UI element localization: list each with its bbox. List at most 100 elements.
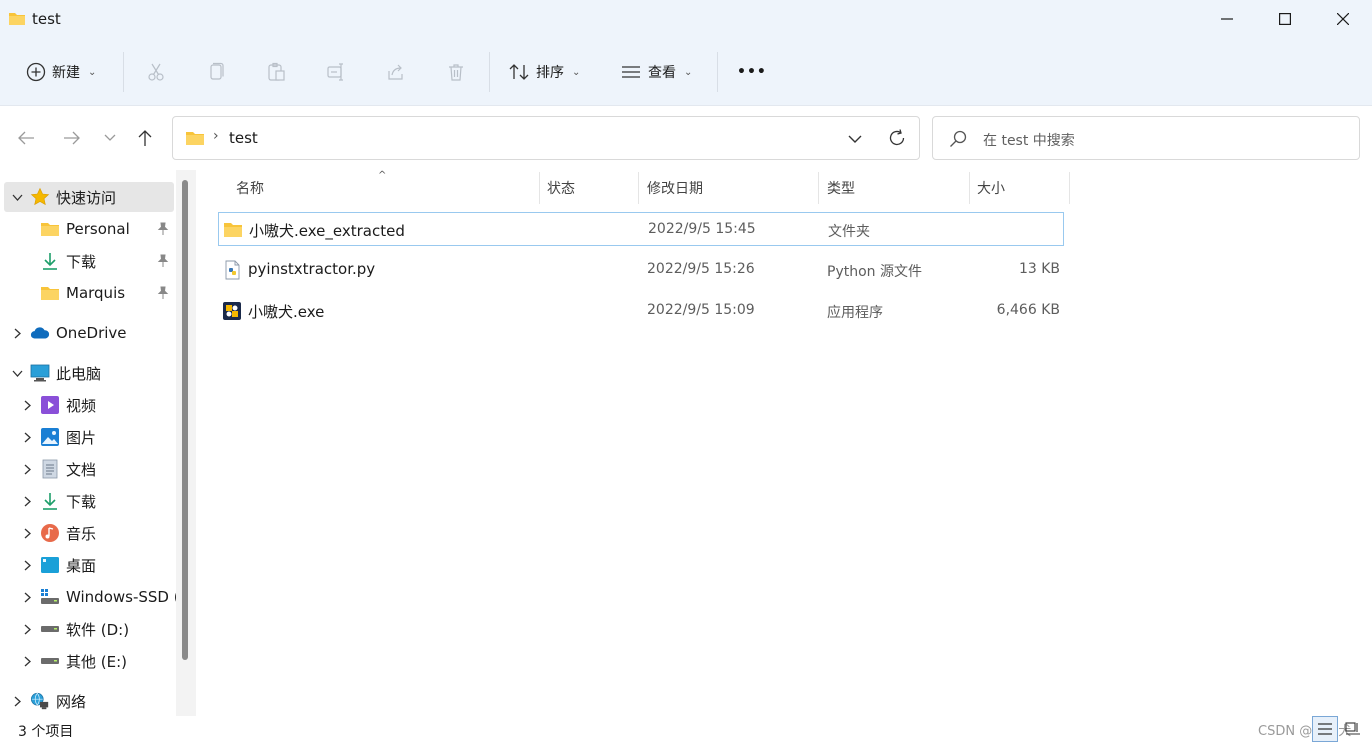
- refresh-icon: [889, 129, 905, 146]
- column-header-modified[interactable]: 修改日期: [647, 170, 703, 206]
- column-divider[interactable]: [1069, 172, 1070, 204]
- separator: [489, 52, 490, 92]
- sort-button[interactable]: 排序 ⌄: [508, 46, 580, 98]
- column-name-label: 名称: [236, 181, 264, 197]
- sidebar-item-drive-d[interactable]: 软件 (D:): [4, 614, 174, 644]
- sidebar-item-label: 快速访问: [56, 188, 117, 207]
- pin-icon[interactable]: [156, 254, 170, 268]
- pin-icon[interactable]: [156, 222, 170, 236]
- cloud-icon: [30, 323, 50, 343]
- file-name: 小嗷犬.exe_extracted: [249, 222, 405, 240]
- chevron-right-icon: [10, 694, 24, 708]
- sidebar-item-documents[interactable]: 文档: [4, 454, 174, 484]
- sidebar-item-pictures[interactable]: 图片: [4, 422, 174, 452]
- status-bar: 3 个项目 CSDN @小嗷犬: [0, 716, 1372, 744]
- cut-button[interactable]: [143, 59, 169, 85]
- sidebar-item-label: 下载: [66, 492, 97, 511]
- address-bar[interactable]: › test: [172, 116, 920, 160]
- column-divider[interactable]: [969, 172, 970, 204]
- view-lines-icon: [622, 66, 640, 78]
- paste-button[interactable]: [263, 59, 289, 85]
- sidebar-item-network[interactable]: 网络: [4, 686, 174, 716]
- view-button[interactable]: 查看 ⌄: [620, 46, 692, 98]
- document-icon: [40, 459, 60, 479]
- sidebar-item-downloads[interactable]: 下载: [4, 486, 174, 516]
- file-type: 文件夹: [828, 224, 870, 240]
- window-title: test: [32, 10, 61, 28]
- sidebar-item-drive-e[interactable]: 其他 (E:): [4, 646, 174, 676]
- sidebar-item-desktop[interactable]: 桌面: [4, 550, 174, 580]
- title-bar[interactable]: test: [0, 0, 1372, 38]
- sidebar-item-windows-ssd[interactable]: Windows-SSD (: [4, 582, 180, 612]
- sidebar-item-label: Personal: [66, 220, 130, 238]
- recent-locations-button[interactable]: [96, 124, 124, 152]
- file-name: 小嗷犬.exe: [248, 303, 325, 321]
- search-input[interactable]: 在 test 中搜索: [983, 130, 1075, 150]
- folder-icon: [40, 219, 60, 239]
- arrow-right-icon: [64, 131, 80, 145]
- network-icon: [30, 691, 50, 711]
- chevron-right-icon: [10, 326, 24, 340]
- rename-button[interactable]: [323, 59, 349, 85]
- details-view-button[interactable]: [1312, 716, 1338, 742]
- sidebar-item-label: 视频: [66, 396, 97, 415]
- sort-label: 排序: [536, 65, 564, 81]
- copy-button[interactable]: [203, 59, 229, 85]
- sidebar-item-music[interactable]: 音乐: [4, 518, 174, 548]
- copy-icon: [210, 62, 224, 80]
- column-divider[interactable]: [539, 172, 540, 204]
- column-divider[interactable]: [638, 172, 639, 204]
- sidebar-item-downloads-quick[interactable]: 下载: [4, 246, 174, 276]
- more-icon: •••: [737, 64, 767, 80]
- navigation-row: › test 在 test 中搜索: [0, 106, 1372, 170]
- share-button[interactable]: [383, 59, 409, 85]
- details-view-icon: [1318, 723, 1332, 735]
- delete-button[interactable]: [443, 59, 469, 85]
- close-button[interactable]: [1314, 0, 1372, 38]
- forward-button[interactable]: [58, 124, 86, 152]
- table-row[interactable]: pyinstxtractor.py 2022/9/5 15:26 Python …: [218, 253, 1064, 287]
- sidebar-item-quick-access[interactable]: 快速访问: [4, 182, 174, 212]
- file-type: Python 源文件: [827, 264, 922, 280]
- chevron-right-icon: [20, 494, 34, 508]
- new-button[interactable]: 新建 ⌄: [26, 46, 96, 98]
- chevron-down-icon: ⌄: [572, 66, 581, 78]
- column-header-name[interactable]: 名称: [236, 170, 264, 206]
- up-button[interactable]: [131, 124, 159, 152]
- tiles-view-button[interactable]: [1340, 716, 1366, 742]
- folder-icon: [40, 283, 60, 303]
- maximize-button[interactable]: [1256, 0, 1314, 38]
- column-divider[interactable]: [818, 172, 819, 204]
- more-options-button[interactable]: •••: [737, 46, 767, 98]
- sidebar-item-marquis[interactable]: Marquis: [4, 278, 174, 308]
- sidebar-item-personal[interactable]: Personal: [4, 214, 174, 244]
- column-header-type[interactable]: 类型: [827, 170, 855, 206]
- sidebar-item-videos[interactable]: 视频: [4, 390, 174, 420]
- column-header-status[interactable]: 状态: [547, 170, 575, 206]
- file-modified: 2022/9/5 15:45: [648, 221, 756, 237]
- separator: [717, 52, 718, 92]
- exe-icon: [223, 302, 241, 320]
- file-type: 应用程序: [827, 305, 883, 321]
- download-icon: [40, 251, 60, 271]
- column-type-label: 类型: [827, 181, 855, 197]
- chevron-right-icon: [20, 558, 34, 572]
- maximize-icon: [1279, 13, 1291, 25]
- chevron-down-icon: [10, 366, 24, 380]
- sidebar-item-this-pc[interactable]: 此电脑: [4, 358, 174, 388]
- sidebar-item-onedrive[interactable]: OneDrive: [4, 318, 174, 348]
- tiles-view-icon: [1345, 722, 1360, 735]
- chevron-right-icon: [20, 398, 34, 412]
- table-row[interactable]: 小嗷犬.exe 2022/9/5 15:09 应用程序 6,466 KB: [218, 294, 1064, 328]
- pin-icon[interactable]: [156, 286, 170, 300]
- refresh-button[interactable]: [887, 128, 909, 150]
- column-header-size[interactable]: 大小: [977, 170, 1005, 206]
- minimize-button[interactable]: [1198, 0, 1256, 38]
- address-path[interactable]: test: [229, 129, 258, 147]
- search-box[interactable]: 在 test 中搜索: [932, 116, 1360, 160]
- back-button[interactable]: [12, 124, 40, 152]
- table-row[interactable]: 小嗷犬.exe_extracted 2022/9/5 15:45 文件夹: [218, 212, 1064, 246]
- address-dropdown-button[interactable]: [845, 129, 865, 149]
- sort-icon: [509, 64, 529, 80]
- sidebar-scrollbar-thumb[interactable]: [182, 180, 188, 660]
